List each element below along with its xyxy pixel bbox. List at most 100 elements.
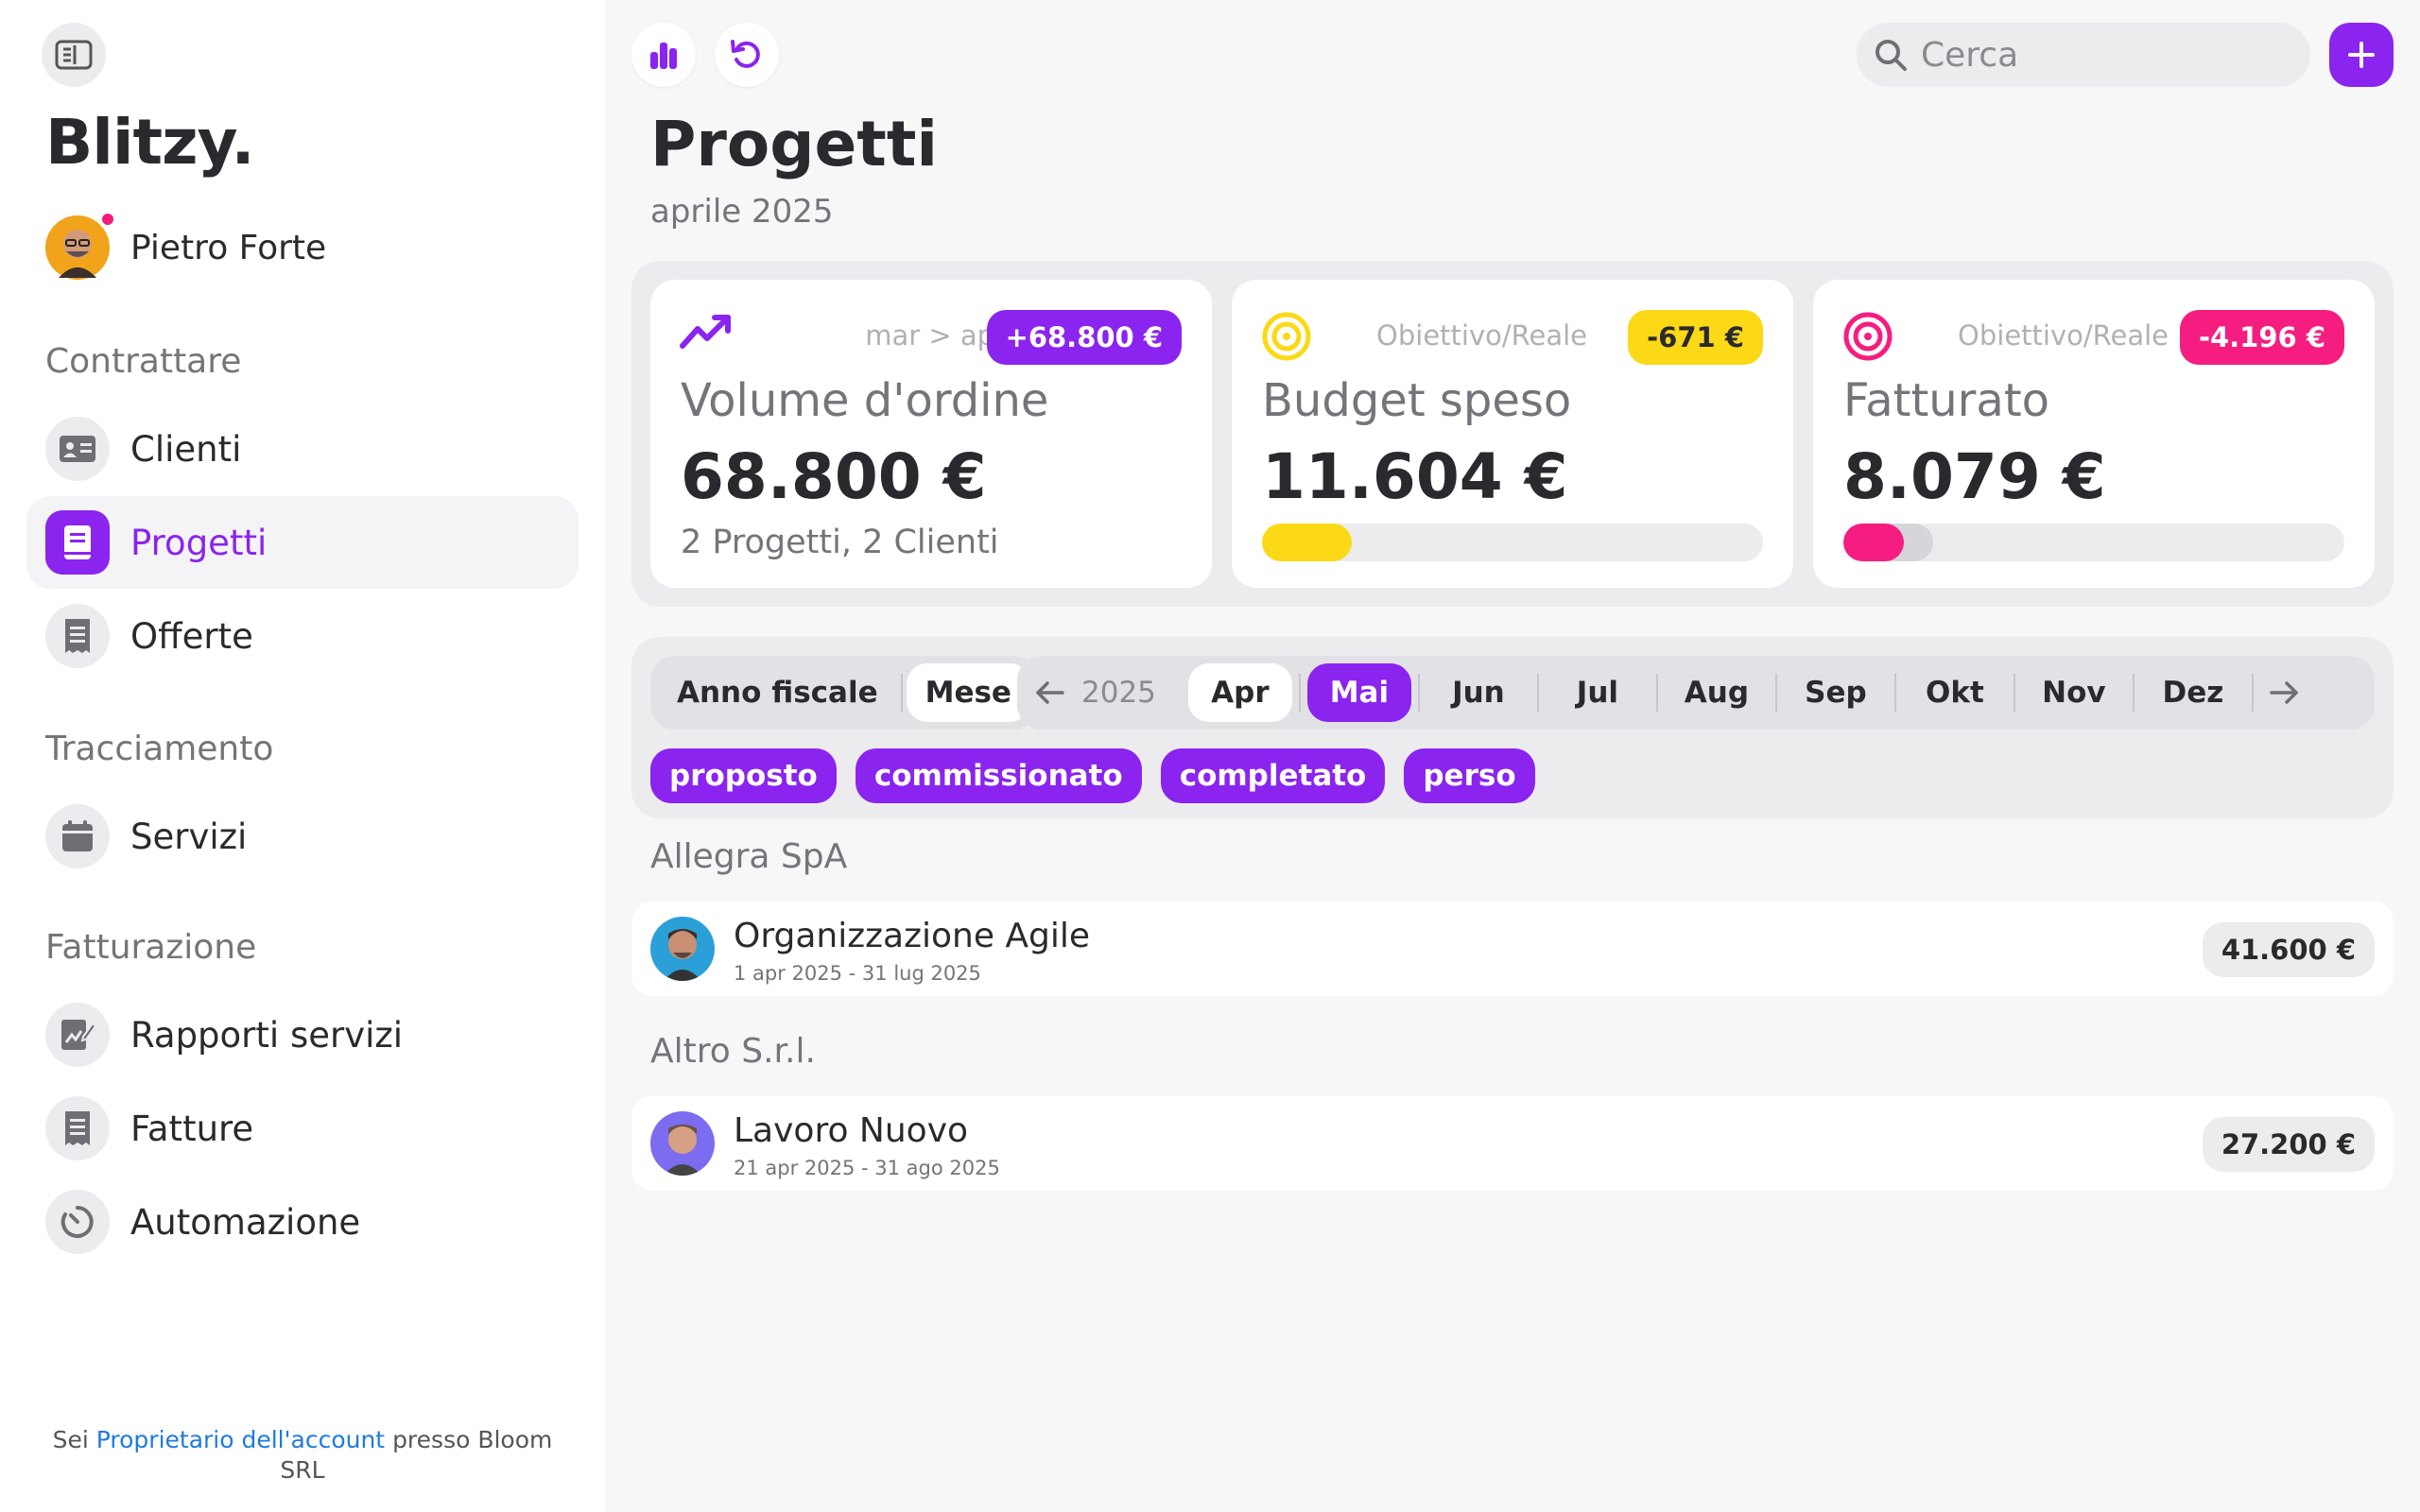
kpi-title: Fatturato [1843, 374, 2050, 427]
project-row[interactable]: Organizzazione Agile 1 apr 2025 - 31 lug… [631, 902, 2394, 996]
book-icon [64, 525, 91, 559]
kpi-value: 11.604 € [1262, 440, 1568, 513]
calendar-icon [62, 820, 93, 851]
sidebar-item-progetti[interactable]: Progetti [26, 496, 579, 589]
month-aug[interactable]: Aug [1665, 663, 1769, 722]
kpi-description: 2 Progetti, 2 Clienti [681, 524, 999, 561]
kpi-card-volume[interactable]: mar > apr +68.800 € Volume d'ordine 68.8… [650, 280, 1212, 588]
timer-icon [60, 1206, 94, 1238]
avatar [650, 917, 715, 981]
arrow-right-icon [2270, 681, 2298, 704]
kpi-card-budget[interactable]: Obiettivo/Reale -671 € Budget speso 11.6… [1232, 280, 1793, 588]
sidebar-item-offerte[interactable]: Offerte [26, 590, 579, 682]
kpi-meta: mar > apr [865, 319, 1006, 352]
notification-dot [100, 212, 115, 227]
sidebar-item-label: Automazione [130, 1201, 361, 1243]
receipt-icon [65, 619, 90, 653]
divider [1536, 674, 1539, 712]
kpi-badge: +68.800 € [986, 310, 1182, 365]
sidebar-item-fatture[interactable]: Fatture [26, 1082, 579, 1175]
month-okt[interactable]: Okt [1903, 663, 2007, 722]
section-title-fatturazione: Fatturazione [45, 928, 257, 967]
mode-option-anno-fiscale[interactable]: Anno fiscale [658, 663, 897, 722]
divider [1774, 674, 1777, 712]
month-nov[interactable]: Nov [2022, 663, 2126, 722]
search-bar[interactable] [1857, 23, 2310, 87]
sidebar-item-label: Rapporti servizi [130, 1014, 404, 1056]
status-chip-proposto[interactable]: proposto [650, 748, 837, 803]
kpi-card-fatturato[interactable]: Obiettivo/Reale -4.196 € Fatturato 8.079… [1813, 280, 2375, 588]
project-name: Organizzazione Agile [734, 917, 1091, 955]
account-role-link[interactable]: Proprietario dell'account [96, 1426, 385, 1453]
sidebar-item-clienti[interactable]: Clienti [26, 403, 579, 495]
kpi-meta: Obiettivo/Reale [1958, 319, 2169, 352]
refresh-button[interactable] [715, 23, 779, 87]
search-input[interactable] [1921, 35, 2280, 75]
stats-button[interactable] [631, 23, 696, 87]
receipt-icon [65, 1111, 90, 1145]
month-jul[interactable]: Jul [1546, 663, 1650, 722]
divider [1298, 674, 1301, 712]
search-icon [1876, 40, 1907, 71]
filter-panel: Anno fiscale Mese 2025 Apr Mai Jun Jul A… [631, 637, 2394, 818]
kpi-progress-fill [1262, 524, 1353, 561]
project-name: Lavoro Nuovo [734, 1111, 969, 1150]
sidebar-item-label: Servizi [130, 816, 248, 857]
status-chip-perso[interactable]: perso [1404, 748, 1535, 803]
sidebar-toggle-icon [55, 40, 93, 70]
sidebar: Blitzy. Pietro Forte Contrattare Clienti… [0, 0, 605, 1512]
period-mode-toggle: Anno fiscale Mese [650, 656, 1038, 730]
user-profile[interactable]: Pietro Forte [45, 212, 327, 280]
kpi-progress-fill [1843, 524, 1904, 561]
month-dez[interactable]: Dez [2141, 663, 2245, 722]
project-dates: 1 apr 2025 - 31 lug 2025 [734, 962, 981, 985]
project-amount: 41.600 € [2202, 922, 2375, 977]
divider [2013, 674, 2015, 712]
avatar [650, 1111, 715, 1176]
divider [2251, 674, 2254, 712]
status-filters: proposto commissionato completato perso [650, 748, 1554, 803]
add-project-button[interactable] [2329, 23, 2394, 87]
next-period-button[interactable] [2260, 679, 2308, 706]
mode-option-mese[interactable]: Mese [906, 663, 1030, 722]
user-name: Pietro Forte [130, 228, 327, 267]
plus-icon [2348, 42, 2375, 68]
month-apr[interactable]: Apr [1187, 663, 1292, 722]
trending-up-icon [680, 315, 731, 349]
sidebar-item-servizi[interactable]: Servizi [26, 790, 579, 883]
sidebar-item-label: Clienti [130, 428, 242, 470]
kpi-value: 8.079 € [1843, 440, 2106, 513]
project-amount: 27.200 € [2202, 1117, 2375, 1172]
status-chip-completato[interactable]: completato [1160, 748, 1386, 803]
page-title: Progetti [650, 108, 938, 180]
sidebar-item-automazione[interactable]: Automazione [26, 1176, 579, 1268]
client-group-title: Altro S.r.l. [650, 1032, 816, 1071]
target-icon [1843, 312, 1893, 361]
report-edit-icon [61, 1020, 96, 1050]
sidebar-item-label: Progetti [130, 522, 268, 563]
client-group-title: Allegra SpA [650, 837, 848, 876]
status-chip-commissionato[interactable]: commissionato [855, 748, 1142, 803]
project-row[interactable]: Lavoro Nuovo 21 apr 2025 - 31 ago 2025 2… [631, 1096, 2394, 1191]
month-mai[interactable]: Mai [1306, 663, 1411, 722]
kpi-progress-bar [1843, 524, 2344, 561]
bar-chart-icon [650, 43, 677, 69]
target-icon [1262, 312, 1311, 361]
undo-refresh-icon [731, 40, 760, 68]
kpi-meta: Obiettivo/Reale [1376, 319, 1587, 352]
kpi-badge: -4.196 € [2179, 310, 2344, 365]
month-jun[interactable]: Jun [1426, 663, 1530, 722]
section-title-contrattare: Contrattare [45, 342, 242, 381]
avatar [45, 212, 115, 280]
kpi-progress-bar [1262, 524, 1763, 561]
kpi-value: 68.800 € [681, 440, 987, 513]
year-label: 2025 [1081, 676, 1156, 710]
account-role-note: Sei Proprietario dell'account presso Blo… [52, 1426, 553, 1484]
sidebar-item-label: Offerte [130, 615, 253, 657]
app-logo: Blitzy. [45, 106, 255, 179]
sidebar-item-rapporti-servizi[interactable]: Rapporti servizi [26, 988, 579, 1081]
sidebar-toggle-button[interactable] [42, 23, 106, 87]
month-sep[interactable]: Sep [1784, 663, 1888, 722]
divider [900, 674, 903, 712]
prev-period-button[interactable] [1027, 679, 1074, 706]
